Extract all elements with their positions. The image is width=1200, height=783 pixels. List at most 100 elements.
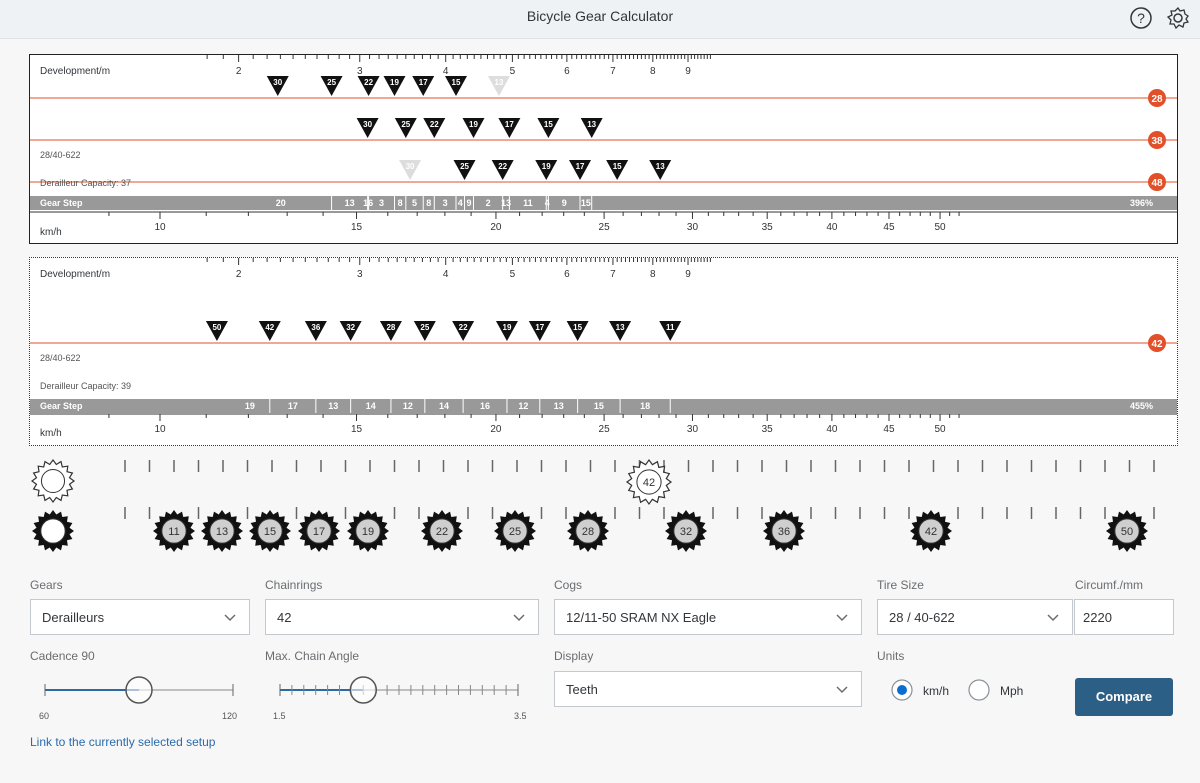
gears-select[interactable]: Derailleurs: [30, 599, 250, 635]
display-select[interactable]: Teeth: [554, 671, 862, 707]
gear-step-label: Gear Step: [40, 401, 83, 411]
gear-marker-label: 50: [212, 323, 221, 332]
gear-step-value: 3: [443, 198, 448, 208]
cog-gear[interactable]: 42: [625, 458, 673, 506]
gear-marker-label: 15: [544, 120, 553, 129]
gear-step-value: 15: [581, 198, 591, 208]
gear-marker-label: 19: [542, 162, 551, 171]
gear-marker-label: 25: [420, 323, 429, 332]
gear-marker-label: 15: [573, 323, 582, 332]
dev-tick-label: 8: [650, 269, 656, 280]
gear-marker-label: 19: [390, 78, 399, 87]
gear-chart-2: 2 3 4 5 6 7 8 94250 42 36 32 28 25 22 19 17 15 13 11Gear S…: [30, 258, 1177, 435]
gear-step-bar: [30, 196, 1177, 210]
slider-handle[interactable]: [349, 676, 378, 704]
cog-gear[interactable]: 50: [1106, 510, 1148, 552]
dev-tick-label: 8: [650, 66, 656, 77]
chain-angle-label: Max. Chain Angle: [265, 649, 360, 663]
cog-gear[interactable]: 36: [763, 510, 805, 552]
cog-gear[interactable]: 22: [421, 510, 463, 552]
gear-step-total: 455%: [1130, 401, 1153, 411]
speed-unit-label: km/h: [40, 227, 62, 238]
speed-tick-label: 25: [599, 222, 611, 233]
speed-tick-label: 45: [883, 424, 895, 435]
chevron-down-icon: [513, 614, 525, 622]
gear-step-value: 16: [480, 401, 490, 411]
gear-marker-label: 30: [406, 162, 415, 171]
speed-tick-label: 30: [687, 424, 699, 435]
cog-gear[interactable]: [30, 458, 76, 504]
svg-text:22: 22: [436, 526, 448, 538]
development-label: Development/m: [40, 66, 111, 77]
gear-marker-label: 22: [459, 323, 468, 332]
cog-gear[interactable]: 19: [347, 510, 389, 552]
speed-tick-label: 10: [154, 222, 166, 233]
cadence-slider[interactable]: [30, 675, 245, 705]
gear-step-value: 9: [562, 198, 567, 208]
dev-tick-label: 5: [510, 269, 516, 280]
gear-step-value: 15: [594, 401, 604, 411]
radio-mph-label[interactable]: Mph: [1000, 684, 1023, 698]
chainrings-select[interactable]: 42: [265, 599, 539, 635]
gear-selector-strip[interactable]: 42 11 13 15 17 19 22 25 28 32 36 42 50: [0, 452, 1200, 552]
gear-chart-panel-2[interactable]: 2 3 4 5 6 7 8 9 42 50 42 36 32 28 25 22 19 17 15 13 11 Gear S…: [29, 257, 1178, 446]
speed-tick-label: 20: [490, 222, 502, 233]
help-icon[interactable]: ?: [1129, 6, 1153, 30]
radio-mph[interactable]: [967, 678, 991, 702]
gear-chart-panel-1[interactable]: 2 3 4 5 6 7 8 9 28 30 25 22 19 17 15 13 38 30 25 22 19 17 15 13…: [29, 54, 1178, 244]
gear-marker-label: 13: [656, 162, 665, 171]
svg-text:13: 13: [216, 526, 228, 538]
speed-unit-label: km/h: [40, 428, 62, 439]
cog-gear[interactable]: 15: [249, 510, 291, 552]
app-header: Bicycle Gear Calculator ?: [0, 0, 1200, 39]
cog-gear[interactable]: 13: [201, 510, 243, 552]
cog-gear[interactable]: 32: [665, 510, 707, 552]
gear-step-value: 4: [458, 198, 463, 208]
gear-step-value: 3: [379, 198, 384, 208]
svg-text:50: 50: [1121, 526, 1133, 538]
chevron-down-icon: [1047, 614, 1059, 622]
radio-kmh[interactable]: [890, 678, 914, 702]
svg-text:28: 28: [582, 526, 594, 538]
cadence-label: Cadence 90: [30, 649, 95, 663]
tire-size-select[interactable]: 28 / 40-622: [877, 599, 1073, 635]
gear-marker-label: 28: [386, 323, 395, 332]
settings-icon[interactable]: [1166, 6, 1190, 30]
speed-tick-label: 30: [687, 222, 699, 233]
cog-gear[interactable]: 28: [567, 510, 609, 552]
gear-step-value: 12: [518, 401, 528, 411]
dev-tick-label: 7: [610, 66, 616, 77]
dev-tick-label: 9: [685, 66, 691, 77]
chainring-badge-label: 28: [1151, 94, 1163, 105]
cog-gear[interactable]: 17: [298, 510, 340, 552]
gear-step-value: 12: [403, 401, 413, 411]
radio-kmh-label[interactable]: km/h: [923, 684, 949, 698]
speed-tick-label: 15: [351, 424, 363, 435]
gear-marker-label: 19: [503, 323, 512, 332]
svg-text:25: 25: [509, 526, 521, 538]
compare-button[interactable]: Compare: [1075, 678, 1173, 716]
cog-gear[interactable]: 25: [494, 510, 536, 552]
cog-gear[interactable]: 42: [910, 510, 952, 552]
gear-step-value: 5: [412, 198, 417, 208]
dev-tick-label: 6: [564, 269, 570, 280]
cogs-select[interactable]: 12/11-50 SRAM NX Eagle: [554, 599, 862, 635]
gear-marker-label: 30: [273, 78, 282, 87]
dev-tick-label: 3: [357, 66, 363, 77]
setup-link[interactable]: Link to the currently selected setup: [30, 735, 215, 749]
circumference-input[interactable]: 2220: [1074, 599, 1174, 635]
gear-marker-label: 17: [535, 323, 544, 332]
gear-step-value: 13: [328, 401, 338, 411]
cog-gear[interactable]: 11: [153, 510, 195, 552]
dev-tick-label: 4: [443, 66, 449, 77]
development-label: Development/m: [40, 269, 111, 280]
chain-angle-slider[interactable]: [265, 675, 530, 705]
gear-marker-label: 13: [616, 323, 625, 332]
tire-size-label: Tire Size: [877, 578, 924, 592]
cadence-min: 60: [39, 711, 50, 721]
slider-handle[interactable]: [125, 676, 153, 704]
app-title: Bicycle Gear Calculator: [526, 8, 674, 24]
capacity-label: Derailleur Capacity: 37: [40, 178, 132, 188]
cog-gear[interactable]: [32, 510, 74, 552]
gear-step-value: 4: [545, 198, 550, 208]
